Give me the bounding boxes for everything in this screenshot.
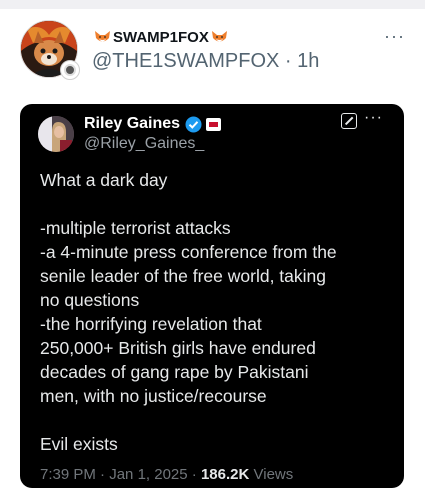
quoted-tweet-time[interactable]: 7:39 PM xyxy=(40,466,96,483)
meta-separator: · xyxy=(191,466,197,483)
tweet-line: -the horrifying revelation that xyxy=(40,314,262,334)
author-handle-line: @THE1SWAMPFOX · 1h xyxy=(92,50,319,73)
grok-edit-icon[interactable] xyxy=(341,113,357,129)
top-divider-strip xyxy=(0,0,425,9)
quoted-author-avatar[interactable] xyxy=(38,116,74,152)
quoted-tweet-meta: 7:39 PM · Jan 1, 2025 · 186.2K Views xyxy=(40,466,293,483)
account-type-badge-icon xyxy=(60,60,80,80)
post-time[interactable]: 1h xyxy=(297,50,319,72)
tweet-line: -multiple terrorist attacks xyxy=(40,218,231,238)
quoted-author-name-line[interactable]: Riley Gaines xyxy=(84,114,222,134)
tweet-line: senile leader of the free world, taking xyxy=(40,266,326,286)
fox-emoji-icon xyxy=(95,30,110,41)
author-display-name[interactable]: SWAMP1FOX xyxy=(113,29,209,46)
tweet-line: -a 4-minute press conference from the xyxy=(40,242,337,262)
author-handle[interactable]: @THE1SWAMPFOX xyxy=(92,50,279,72)
handle-time-separator: · xyxy=(284,50,292,72)
quoted-avatar-image xyxy=(38,116,74,152)
quoted-more-options-icon[interactable]: ··· xyxy=(364,109,383,127)
meta-separator: · xyxy=(100,466,106,483)
quoted-author-handle[interactable]: @Riley_Gaines_ xyxy=(84,135,204,153)
quoted-tweet-card[interactable]: Riley Gaines @Riley_Gaines_ ··· What a d… xyxy=(20,104,404,488)
quoted-tweet-text: What a dark day -multiple terrorist atta… xyxy=(40,168,390,456)
views-count[interactable]: 186.2K xyxy=(201,466,249,483)
tweet-line: men, with no justice/recourse xyxy=(40,386,267,406)
tweet-line: What a dark day xyxy=(40,170,168,190)
more-options-icon[interactable]: ··· xyxy=(384,26,405,47)
tweet-line: 250,000+ British girls have endured xyxy=(40,338,316,358)
quoted-author-display-name[interactable]: Riley Gaines xyxy=(84,115,180,133)
tweet-line: no questions xyxy=(40,290,140,310)
author-name-line[interactable]: SWAMP1FOX xyxy=(92,27,230,47)
views-label: Views xyxy=(253,466,294,483)
quoted-tweet-date[interactable]: Jan 1, 2025 xyxy=(109,466,187,483)
fox-emoji-icon xyxy=(211,30,227,41)
author-avatar-button[interactable] xyxy=(20,20,80,80)
flag-badge-icon xyxy=(206,117,222,131)
tweet-line: decades of gang rape by Pakistani xyxy=(40,362,309,382)
verified-badge-icon xyxy=(185,116,202,132)
tweet-line: Evil exists xyxy=(40,434,118,454)
